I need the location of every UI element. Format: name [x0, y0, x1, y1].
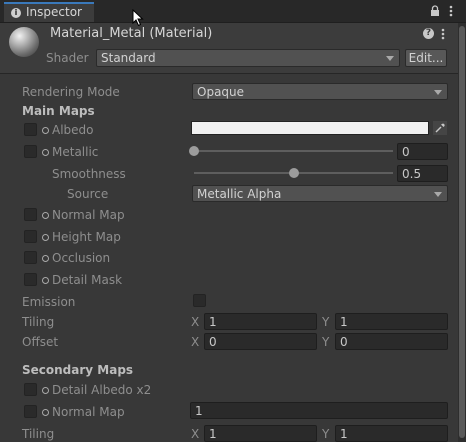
- offset-x-field[interactable]: 0: [204, 333, 317, 350]
- tiling-y-label: Y: [322, 315, 330, 329]
- occlusion-label: Occlusion: [52, 251, 111, 265]
- detail-mask-row-label: Detail Mask: [42, 272, 122, 288]
- info-icon: i: [11, 8, 21, 18]
- metallic-slider-handle[interactable]: [189, 146, 199, 156]
- source-value: Metallic Alpha: [197, 187, 282, 201]
- metallic-row-label: Metallic: [42, 144, 98, 160]
- chevron-down-icon: [386, 56, 394, 61]
- tiling-x-value: 1: [209, 315, 217, 329]
- detail-mask-label: Detail Mask: [52, 273, 123, 287]
- object-picker-icon[interactable]: [42, 149, 49, 156]
- metallic-texture-slot[interactable]: [24, 145, 37, 158]
- offset-x-label: X: [191, 335, 200, 349]
- smoothness-slider-handle[interactable]: [288, 168, 299, 178]
- material-sphere-icon: [9, 27, 39, 57]
- rendering-mode-label: Rendering Mode: [22, 85, 120, 99]
- header-menu-icon[interactable]: [441, 28, 445, 40]
- secondary-maps-heading: Secondary Maps: [22, 363, 134, 377]
- metallic-slider-track[interactable]: [194, 150, 393, 152]
- albedo-row-label: Albedo: [42, 122, 94, 138]
- height-map-texture-slot[interactable]: [24, 230, 37, 243]
- emission-checkbox[interactable]: [193, 294, 206, 307]
- rendering-mode-value: Opaque: [197, 85, 245, 99]
- shader-dropdown[interactable]: Standard: [96, 49, 400, 67]
- secondary-tiling-y-value: 1: [340, 427, 348, 441]
- offset-label: Offset: [22, 335, 59, 349]
- rendering-mode-dropdown[interactable]: Opaque: [192, 83, 448, 100]
- normal-map-texture-slot[interactable]: [24, 208, 37, 221]
- source-label: Source: [67, 187, 109, 201]
- detail-albedo-texture-slot[interactable]: [24, 383, 37, 396]
- tiling-y-value: 1: [340, 315, 348, 329]
- secondary-normal-map-row-label: Normal Map: [42, 404, 125, 420]
- secondary-tiling-y-field[interactable]: 1: [335, 425, 448, 442]
- object-picker-icon[interactable]: [42, 387, 49, 394]
- tab-inspector-label: Inspector: [26, 5, 82, 19]
- help-icon[interactable]: ?: [423, 28, 434, 39]
- offset-y-value: 0: [340, 335, 348, 349]
- detail-mask-texture-slot[interactable]: [24, 273, 37, 286]
- kebab-menu-icon[interactable]: [449, 5, 453, 17]
- albedo-color-field[interactable]: [191, 121, 429, 135]
- chevron-down-icon: [434, 192, 442, 197]
- lock-icon[interactable]: [430, 5, 440, 17]
- smoothness-value-field[interactable]: 0.5: [397, 165, 448, 182]
- normal-map-row-label: Normal Map: [42, 207, 125, 223]
- material-title: Material_Metal (Material): [50, 26, 213, 41]
- object-picker-icon[interactable]: [42, 277, 49, 284]
- occlusion-row-label: Occlusion: [42, 250, 110, 266]
- offset-x-value: 0: [209, 335, 217, 349]
- eyedropper-icon[interactable]: [433, 121, 447, 135]
- detail-albedo-row-label: Detail Albedo x2: [42, 382, 151, 398]
- emission-label: Emission: [22, 295, 76, 309]
- tab-inspector[interactable]: i Inspector: [4, 2, 94, 22]
- tiling-x-field[interactable]: 1: [204, 313, 317, 330]
- height-map-label: Height Map: [52, 230, 121, 244]
- height-map-row-label: Height Map: [42, 229, 121, 245]
- smoothness-label: Smoothness: [52, 167, 126, 181]
- normal-map-label: Normal Map: [52, 208, 125, 222]
- metallic-value-field[interactable]: 0: [397, 143, 448, 160]
- shader-value: Standard: [101, 51, 156, 65]
- object-picker-icon[interactable]: [42, 212, 49, 219]
- secondary-normal-map-label: Normal Map: [52, 405, 125, 419]
- secondary-tiling-x-field[interactable]: 1: [204, 425, 317, 442]
- albedo-label: Albedo: [52, 123, 94, 137]
- source-dropdown[interactable]: Metallic Alpha: [192, 185, 448, 202]
- secondary-normal-scale-value: 1: [195, 404, 203, 418]
- secondary-normal-scale-field[interactable]: 1: [190, 402, 448, 419]
- offset-y-label: Y: [322, 335, 330, 349]
- tiling-x-label: X: [191, 315, 200, 329]
- tiling-y-field[interactable]: 1: [335, 313, 448, 330]
- smoothness-value: 0.5: [402, 167, 422, 181]
- albedo-texture-slot[interactable]: [24, 123, 37, 136]
- chevron-down-icon: [434, 90, 442, 95]
- object-picker-icon[interactable]: [42, 234, 49, 241]
- secondary-tiling-x-label: X: [191, 427, 200, 441]
- object-picker-icon[interactable]: [42, 409, 49, 416]
- secondary-normal-map-texture-slot[interactable]: [24, 405, 37, 418]
- detail-albedo-label: Detail Albedo x2: [52, 383, 152, 397]
- main-maps-heading: Main Maps: [22, 104, 95, 118]
- object-picker-icon[interactable]: [42, 127, 49, 134]
- metallic-label: Metallic: [52, 145, 99, 159]
- offset-y-field[interactable]: 0: [335, 333, 448, 350]
- edit-shader-button[interactable]: Edit...: [405, 49, 447, 67]
- secondary-tiling-label: Tiling: [22, 427, 55, 441]
- tiling-label: Tiling: [22, 315, 55, 329]
- inspector-scrollbar-thumb[interactable]: [459, 26, 465, 438]
- secondary-tiling-x-value: 1: [209, 427, 217, 441]
- shader-label: Shader: [46, 51, 89, 65]
- metallic-value: 0: [402, 145, 410, 159]
- secondary-tiling-y-label: Y: [322, 427, 330, 441]
- mouse-cursor-icon: [132, 8, 144, 27]
- object-picker-icon[interactable]: [42, 255, 49, 262]
- occlusion-texture-slot[interactable]: [24, 251, 37, 264]
